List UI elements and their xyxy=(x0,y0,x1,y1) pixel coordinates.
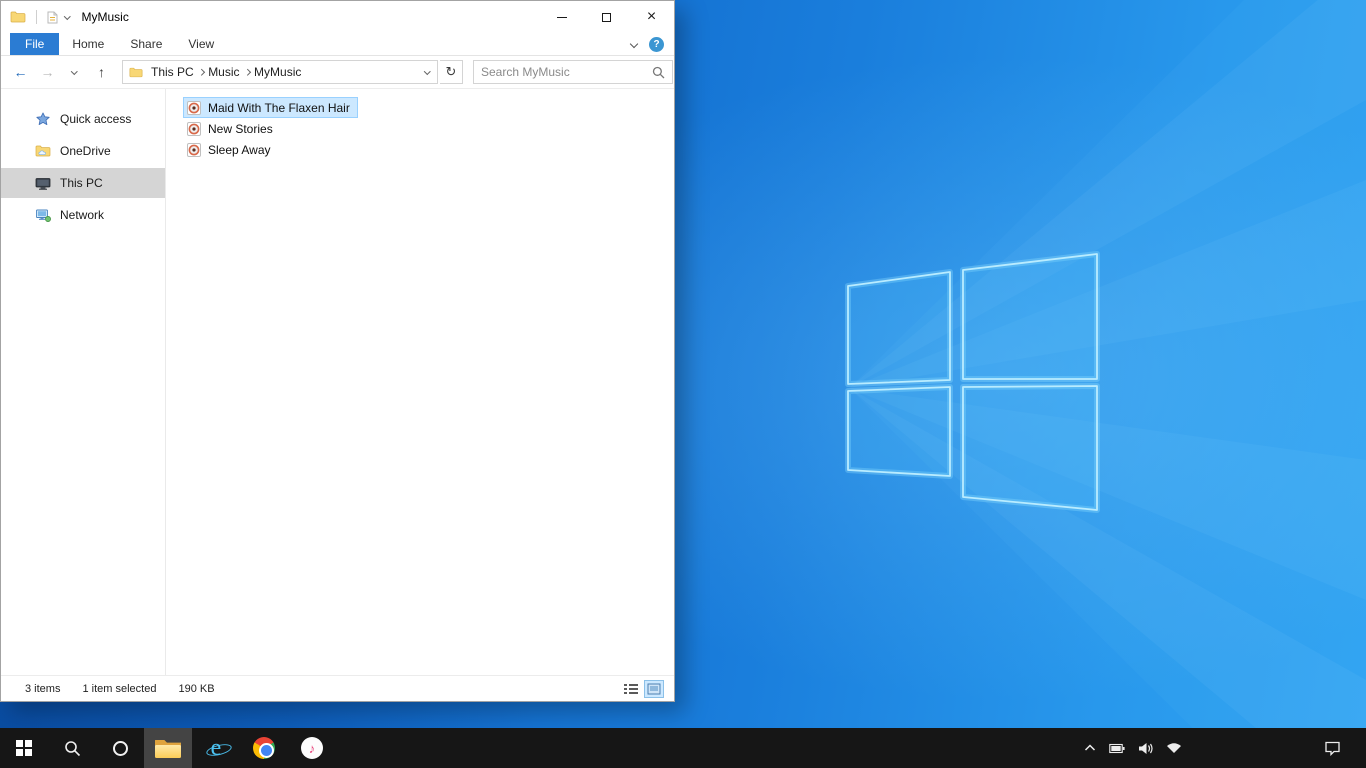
breadcrumb-music[interactable]: Music xyxy=(203,65,244,79)
media-file-icon xyxy=(186,121,202,137)
forward-button[interactable]: → xyxy=(35,60,60,85)
search-input[interactable] xyxy=(481,65,652,79)
search-icon[interactable] xyxy=(652,66,665,79)
breadcrumb-this-pc[interactable]: This PC xyxy=(146,65,199,79)
taskbar-file-explorer-button[interactable] xyxy=(144,728,192,768)
sidebar-item-label: Network xyxy=(60,208,105,222)
onedrive-cloud-folder-icon xyxy=(35,145,51,157)
window-controls: × xyxy=(539,1,674,33)
maximize-button[interactable] xyxy=(584,1,629,33)
itunes-icon: ♪ xyxy=(301,737,323,759)
selection-size: 190 KB xyxy=(178,682,215,695)
selection-status: 1 item selected xyxy=(82,682,157,695)
app-folder-icon xyxy=(10,11,26,23)
chrome-button[interactable] xyxy=(240,728,288,768)
back-button[interactable]: ← xyxy=(8,60,33,85)
address-folder-icon xyxy=(129,67,143,78)
quick-access-toolbar xyxy=(10,10,71,24)
address-bar[interactable]: This PC Music MyMusic xyxy=(122,60,438,84)
chevron-down-icon xyxy=(423,67,431,75)
large-icons-view-icon xyxy=(647,683,661,694)
network-icon xyxy=(35,209,51,222)
file-row-maid-with-the-flaxen-hair[interactable]: Maid With The Flaxen Hair xyxy=(183,97,358,118)
minimize-button[interactable] xyxy=(539,1,584,33)
sidebar-item-label: OneDrive xyxy=(60,144,111,158)
qat-properties-icon[interactable] xyxy=(47,11,58,24)
file-name: Maid With The Flaxen Hair xyxy=(208,100,350,115)
tab-view[interactable]: View xyxy=(175,33,227,55)
sidebar-item-label: This PC xyxy=(60,176,103,190)
file-explorer-icon xyxy=(155,739,181,758)
expand-ribbon-chevron-icon[interactable] xyxy=(629,39,639,48)
chevron-down-icon xyxy=(71,67,78,75)
cortana-icon xyxy=(112,740,128,756)
sidebar-item-network[interactable]: Network xyxy=(1,200,165,230)
media-file-icon xyxy=(186,100,202,116)
hidden-icons-chevron-icon[interactable] xyxy=(1084,744,1096,752)
windows-start-icon xyxy=(16,740,32,756)
status-bar: 3 items 1 item selected 190 KB xyxy=(1,675,674,701)
file-name: New Stories xyxy=(208,121,273,136)
internet-explorer-button[interactable]: e xyxy=(192,728,240,768)
search-icon xyxy=(64,740,80,756)
refresh-button[interactable]: ↻ xyxy=(440,60,463,84)
address-dropdown-button[interactable] xyxy=(417,67,437,75)
large-icons-view-button[interactable] xyxy=(644,679,664,698)
tab-file[interactable]: File xyxy=(10,33,60,55)
ribbon-tabrow: File Home Share View ? xyxy=(1,33,674,56)
window-title: MyMusic xyxy=(81,10,129,24)
navigation-pane: Quick access OneDrive This PC Network xyxy=(1,89,166,675)
action-center-icon[interactable] xyxy=(1324,741,1341,756)
sidebar-item-label: Quick access xyxy=(60,112,132,126)
itunes-button[interactable]: ♪ xyxy=(288,728,336,768)
tab-share[interactable]: Share xyxy=(117,33,175,55)
file-explorer-window: MyMusic × File Home Share View ? ← → ↑ T… xyxy=(0,0,675,702)
taskbar: e ♪ xyxy=(0,728,1366,768)
view-toggles xyxy=(621,679,664,698)
file-row-new-stories[interactable]: New Stories xyxy=(183,118,281,139)
computer-icon xyxy=(35,177,51,190)
star-icon xyxy=(35,112,51,126)
internet-explorer-icon: e xyxy=(210,735,222,761)
recent-locations-chevron[interactable] xyxy=(62,60,87,85)
breadcrumb-mymusic[interactable]: MyMusic xyxy=(249,65,306,79)
qat-separator xyxy=(36,10,37,24)
file-list: Maid With The Flaxen Hair New Stories Sl… xyxy=(166,89,674,675)
search-box xyxy=(473,60,673,84)
sidebar-item-this-pc[interactable]: This PC xyxy=(1,168,165,198)
navigation-bar: ← → ↑ This PC Music MyMusic ↻ xyxy=(1,56,674,89)
volume-icon[interactable] xyxy=(1138,742,1153,755)
taskbar-search-button[interactable] xyxy=(48,728,96,768)
cortana-button[interactable] xyxy=(96,728,144,768)
file-name: Sleep Away xyxy=(208,142,271,157)
start-button[interactable] xyxy=(0,728,48,768)
up-button[interactable]: ↑ xyxy=(89,60,114,85)
titlebar: MyMusic × xyxy=(1,1,674,33)
media-file-icon xyxy=(186,142,202,158)
items-count: 3 items xyxy=(25,682,61,695)
file-row-sleep-away[interactable]: Sleep Away xyxy=(183,139,279,160)
details-view-icon xyxy=(624,683,638,694)
qat-customize-chevron-icon[interactable] xyxy=(64,12,71,20)
wifi-icon[interactable] xyxy=(1166,742,1182,754)
battery-icon[interactable] xyxy=(1109,743,1125,754)
system-tray xyxy=(1084,728,1366,768)
maximize-icon xyxy=(602,12,611,22)
chrome-icon xyxy=(253,737,275,759)
tab-home[interactable]: Home xyxy=(59,33,117,55)
close-button[interactable]: × xyxy=(629,1,674,33)
details-view-button[interactable] xyxy=(621,680,641,698)
sidebar-item-quick-access[interactable]: Quick access xyxy=(1,104,165,134)
minimize-icon xyxy=(556,16,567,18)
close-icon: × xyxy=(646,8,657,25)
help-icon[interactable]: ? xyxy=(649,37,664,52)
sidebar-item-onedrive[interactable]: OneDrive xyxy=(1,136,165,166)
